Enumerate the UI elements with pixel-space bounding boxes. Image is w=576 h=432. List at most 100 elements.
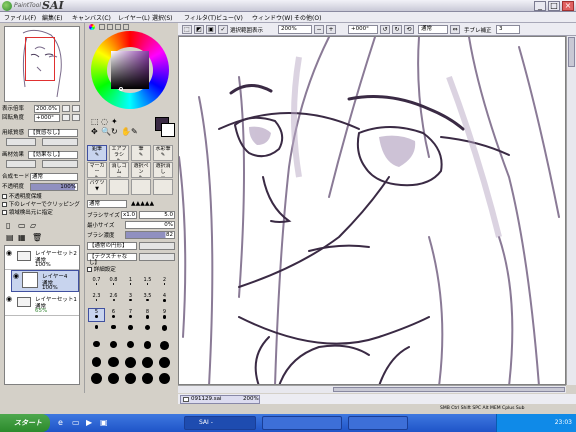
show-selection-checkbox[interactable]: ✓ [218,25,228,34]
tool-select-pen[interactable]: 選択ペン ✎ [131,162,151,178]
brush-size-preset[interactable]: 2.3 [89,293,104,305]
effect-scale[interactable] [6,160,36,168]
brush-size-preset[interactable]: 4 [157,293,172,305]
tool-empty-2[interactable] [131,179,151,195]
brush-size-preset[interactable]: 2 [157,277,172,289]
detail-settings-row[interactable]: 詳細設定 [87,265,177,273]
tool-empty-1[interactable] [109,179,129,195]
invert-selection-icon[interactable]: ◩ [194,25,204,34]
menu-canvas[interactable]: キャンバス(C) [72,13,111,22]
tool-select-eraser[interactable]: 選択消し ▭ [153,162,173,178]
canvas-rotate-select[interactable]: +000° [348,25,378,34]
brush-size-preset[interactable]: 5 [88,308,105,322]
clip-lower-row[interactable]: 下のレイヤーでクリッピング [2,201,82,209]
quicklaunch-ie-icon[interactable]: e [58,418,63,427]
saturation-value-box[interactable] [111,51,149,89]
brush-size-preset[interactable] [123,325,138,337]
zoom-in-icon[interactable]: + [326,25,336,34]
task-button-3[interactable] [348,416,408,430]
tool-watercolor[interactable]: 水彩筆 ✎ [153,145,173,161]
brush-size-preset[interactable] [106,325,121,337]
navigator-preview[interactable] [4,26,80,102]
brush-size-preset[interactable] [157,373,172,385]
brush-size-preset[interactable] [140,341,155,353]
preserve-opacity-checkbox[interactable] [2,194,7,199]
brush-size-preset[interactable] [140,357,155,369]
brush-size-preset[interactable]: 9 [157,309,172,321]
brush-size-preset[interactable] [89,325,104,337]
rotate-field[interactable]: +000° [34,114,60,122]
zoom-field[interactable]: 200.0% [34,105,60,113]
menu-layer[interactable]: レイヤー(L) [118,13,150,22]
minimize-button[interactable]: _ [534,1,546,11]
rgb-slider-icon[interactable] [99,24,105,30]
menu-other[interactable]: その他(O) [294,13,321,22]
brush-texture-strength[interactable] [139,253,175,261]
zoom-in-button[interactable] [72,105,80,112]
eyedropper-icon[interactable]: ✎ [131,127,138,136]
paper-texture-scale[interactable] [6,138,36,146]
canvas-blend-select[interactable]: 通常 [418,25,448,34]
tool-empty-3[interactable] [153,179,173,195]
clear-layer-icon[interactable]: ▦ [18,233,26,242]
new-layer-icon[interactable]: ▯ [6,221,10,230]
task-button-sai[interactable]: SAI - [184,416,256,430]
selection-mode-icon[interactable]: ▣ [206,25,216,34]
tool-pencil[interactable]: 鉛筆 ✎ [87,145,107,161]
tool-airbrush[interactable]: エアブラシ ✎ [109,145,129,161]
brush-size-preset[interactable] [89,341,104,353]
brush-size-preset[interactable] [89,373,104,385]
visibility-eye-icon[interactable]: ◉ [13,272,21,280]
document-tab[interactable]: 091129.sai 200% [180,395,260,404]
brush-edge-icons[interactable]: ▲▲▲▲▲ [131,200,154,207]
magic-wand-icon[interactable]: ✦ [111,117,118,126]
horizontal-scrollbar[interactable] [178,385,566,393]
brush-size-preset[interactable] [106,373,121,385]
paper-texture-strength[interactable] [42,138,78,146]
zoom-out-button[interactable] [62,105,70,112]
move-icon[interactable]: ✥ [91,127,98,136]
visibility-eye-icon[interactable]: ◉ [6,249,14,257]
layer-row-selected[interactable]: ◉ レイヤー4 通常 100% [11,270,79,292]
quicklaunch-explorer-icon[interactable]: ▣ [100,418,108,427]
paper-texture-select[interactable]: 【質感なし】 [28,129,78,137]
brush-size-preset[interactable]: 1 [123,277,138,289]
brush-size-preset[interactable]: 0.7 [89,277,104,289]
tool-marker[interactable]: マーカー ✎ [87,162,107,178]
quicklaunch-media-icon[interactable]: ▶ [86,418,92,427]
lasso-icon[interactable]: ◌ [101,117,108,126]
maximize-button[interactable]: □ [548,1,560,11]
menu-file[interactable]: ファイル(F) [4,13,36,22]
quicklaunch-desktop-icon[interactable]: ▭ [72,418,80,427]
brush-size-slider[interactable]: 5.0 [139,211,175,219]
brush-size-preset[interactable]: 6 [106,309,121,321]
brush-size-mult[interactable]: x1.0 [121,211,137,219]
brush-size-preset[interactable] [157,325,172,337]
rotate-cw-icon[interactable]: ↻ [392,25,402,34]
menu-window[interactable]: ウィンドウ(W) [252,13,293,22]
rotate-right-button[interactable] [72,114,80,121]
brush-size-preset[interactable] [106,341,121,353]
brush-size-preset[interactable]: 2.6 [106,293,121,305]
clip-lower-checkbox[interactable] [2,202,7,207]
brush-size-preset[interactable] [123,357,138,369]
brush-size-preset[interactable] [123,373,138,385]
new-folder-icon[interactable]: ▭ [18,221,26,230]
menu-view[interactable]: ビュー(V) [216,13,243,22]
deselect-icon[interactable]: ⬚ [182,25,192,34]
hand-icon[interactable]: ✋ [121,127,131,136]
stabilizer-select[interactable]: 3 [496,25,520,34]
brush-blend-select[interactable]: 通常 [87,200,127,208]
blend-mode-select[interactable]: 通常 [30,173,78,181]
brush-shape-strength[interactable] [139,242,175,250]
tool-brush[interactable]: 筆 ✎ [131,145,151,161]
brush-size-preset[interactable]: 8 [140,309,155,321]
delete-layer-icon[interactable]: 🗑 [32,233,42,242]
menu-filter[interactable]: フィルタ(T) [184,13,216,22]
brush-size-preset[interactable]: 3 [123,293,138,305]
selection-source-row[interactable]: 領域検出元に指定 [2,209,82,217]
brush-size-preset[interactable] [89,357,104,369]
background-color-swatch[interactable] [161,123,175,137]
new-linework-layer-icon[interactable]: ▱ [30,221,36,230]
color-wheel[interactable] [91,31,169,109]
